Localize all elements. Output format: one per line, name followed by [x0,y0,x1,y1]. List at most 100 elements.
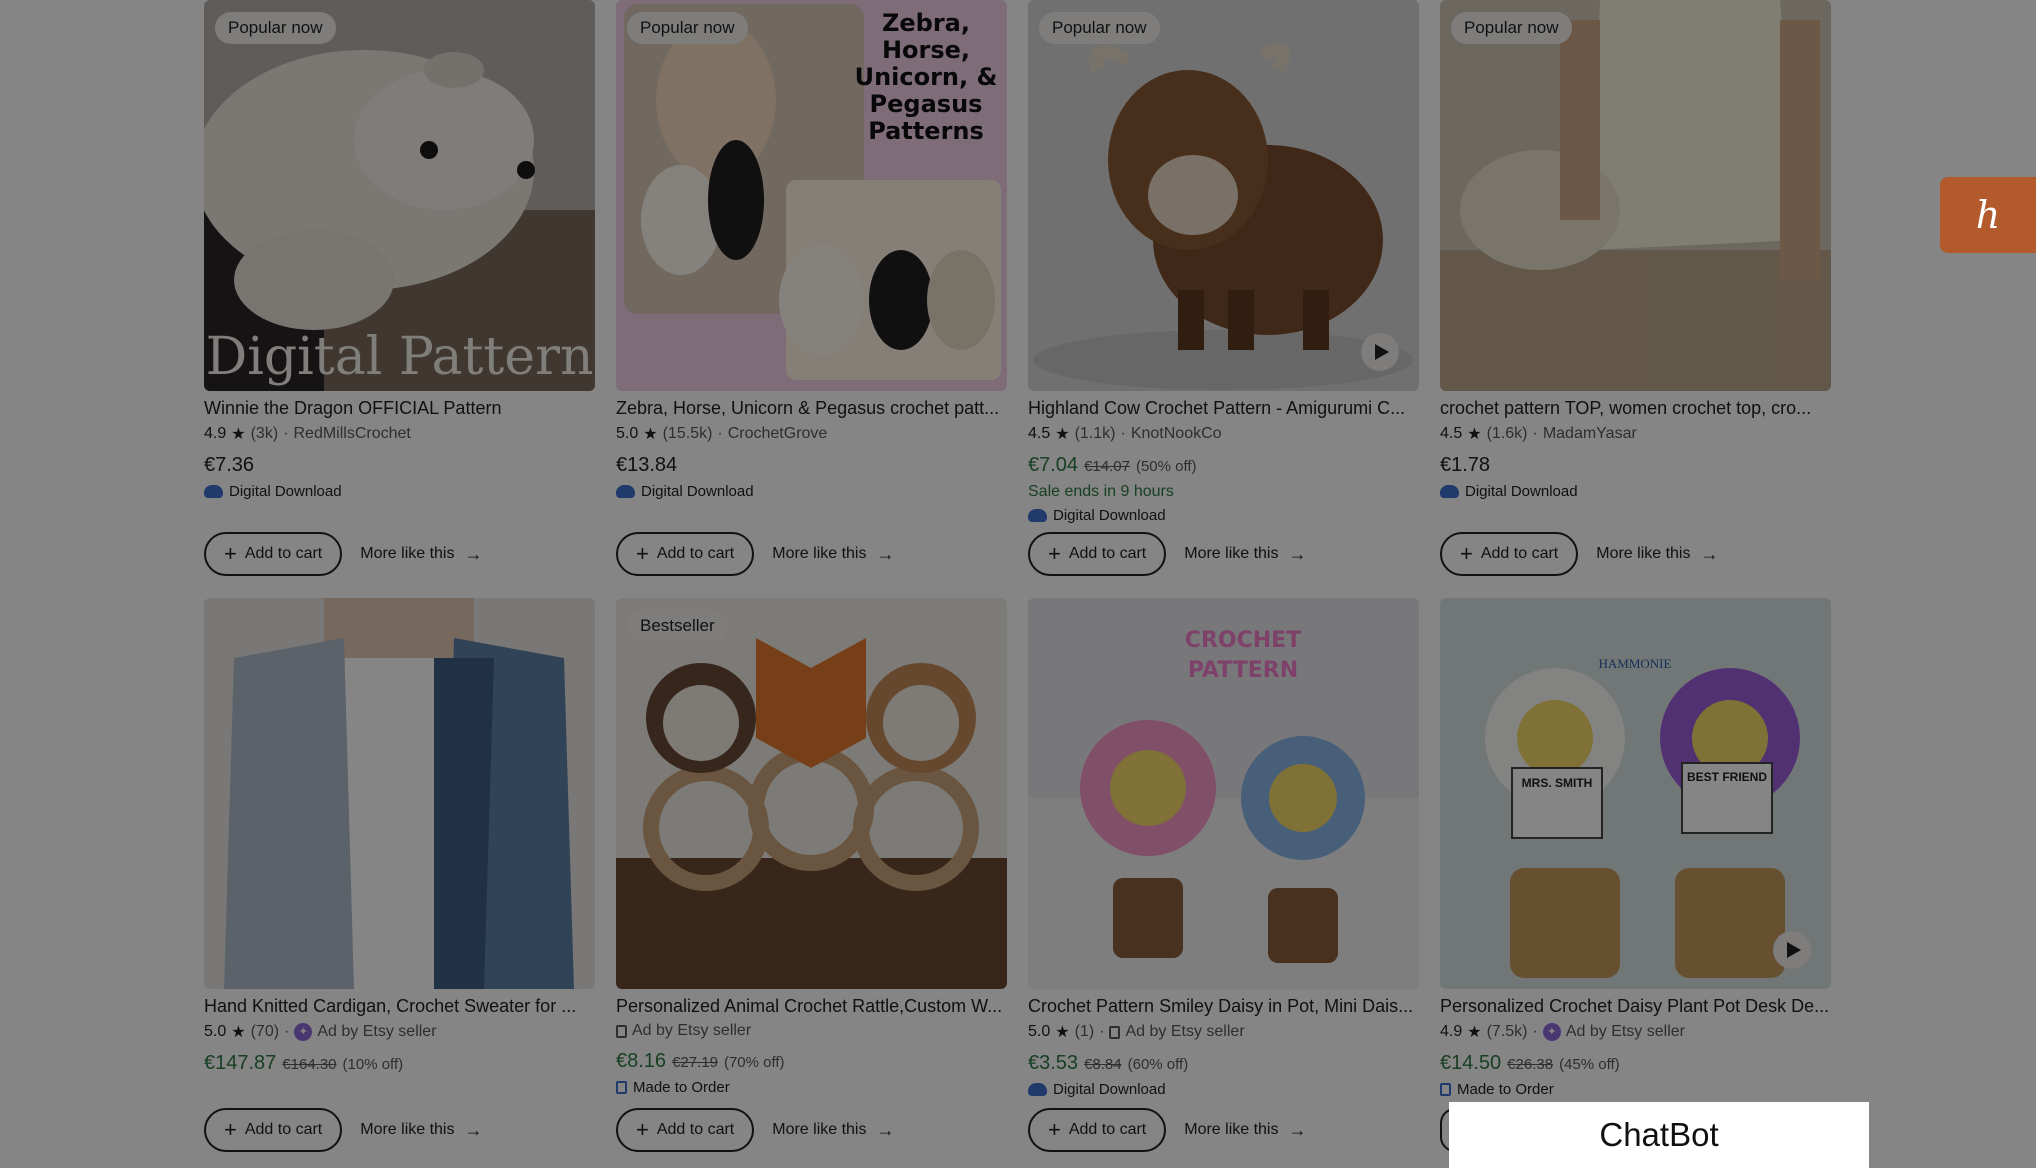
listing-card[interactable]: Hand Knitted Cardigan, Crochet Sweater f… [204,598,595,1168]
clipboard-icon [616,1024,627,1038]
listing-image[interactable]: Popular now [1028,0,1419,391]
price-line: €8.16 €27.19 (70% off) [616,1050,1007,1073]
plus-icon: + [1048,541,1061,566]
tag-label: Digital Download [1053,1081,1166,1098]
listing-meta: 4.9 ★ (3k) · RedMillsCrochet [204,424,595,444]
add-to-cart-button[interactable]: + Add to cart [204,1108,343,1152]
more-like-this-label: More like this [772,545,867,562]
popular-badge: Popular now [627,12,748,44]
price-line: €7.36 [204,454,595,477]
popular-badge: Popular now [1039,12,1160,44]
listing-image[interactable]: Popular now Digital Pattern [204,0,595,391]
rating-value: 4.5 [1028,425,1051,442]
discount-percent: (45% off) [1559,1056,1620,1073]
separator-dot: · [1099,1023,1105,1040]
more-like-this-label: More like this [1596,545,1691,562]
add-to-cart-button[interactable]: + Add to cart [1028,532,1167,576]
shop-name[interactable]: RedMillsCrochet [293,425,410,443]
more-like-this-link[interactable]: More like this → [360,544,482,565]
more-like-this-link[interactable]: More like this → [1596,544,1718,565]
clipboard-icon [1109,1025,1121,1039]
more-like-this-label: More like this [1184,545,1279,562]
more-like-this-label: More like this [1184,1121,1279,1138]
discount-percent: (50% off) [1135,458,1197,475]
original-price: €164.30 [282,1056,337,1073]
card-actions: + Add to cart More like this → [204,532,482,576]
separator-dot: · [1532,425,1538,442]
listing-card[interactable]: Popular now crochet pattern TOP, women c… [1440,0,1831,598]
chatbot-label: ChatBot [1599,1116,1719,1153]
arrow-right-icon: → [464,1119,483,1140]
listing-card[interactable]: Popular now Zebra, Horse, Unicorn, & Peg… [616,0,1007,598]
listing-card[interactable]: MRS. SMITH BEST FRIEND HAMMONIE Personal… [1440,598,1831,1168]
listing-image[interactable] [204,598,595,989]
listing-meta: 5.0 ★ (15.5k) · CrochetGrove [616,424,1007,444]
review-count: (7.5k) [1486,1023,1528,1040]
discount-percent: (60% off) [1127,1056,1189,1073]
listing-title[interactable]: crochet pattern TOP, women crochet top, … [1440,398,1831,419]
rating-value: 5.0 [1028,1023,1051,1040]
arrow-right-icon: → [1700,543,1719,564]
price-line: €147.87 €164.30 (10% off) [204,1052,595,1075]
listing-title[interactable]: Crochet Pattern Smiley Daisy in Pot, Min… [1028,996,1419,1017]
more-like-this-link[interactable]: More like this → [1184,544,1306,565]
listing-title[interactable]: Hand Knitted Cardigan, Crochet Sweater f… [204,996,595,1017]
listing-meta: 5.0 ★ (70) · ✦ Ad by Etsy seller [204,1022,595,1042]
plus-icon: + [224,1117,237,1142]
shop-name[interactable]: MadamYasar [1543,425,1637,443]
separator-dot: · [1120,425,1126,442]
price: €13.84 [616,454,678,476]
plus-icon: + [636,541,649,566]
add-to-cart-label: Add to cart [1068,1121,1147,1138]
listing-image[interactable]: MRS. SMITH BEST FRIEND HAMMONIE [1440,598,1831,989]
tag-label: Digital Download [1053,507,1166,524]
image-label-mrs-smith: MRS. SMITH [1521,776,1593,790]
add-to-cart-button[interactable]: + Add to cart [204,532,343,576]
separator-dot: · [283,425,289,442]
cloud-download-icon [204,485,223,498]
add-to-cart-label: Add to cart [1480,545,1559,562]
original-price: €26.38 [1507,1056,1554,1073]
honey-extension-tab[interactable]: h [1940,177,2036,253]
review-count: (1.6k) [1486,425,1528,442]
review-count: (1.1k) [1074,425,1116,442]
rating-value: 4.9 [204,425,227,442]
separator-dot: · [717,425,723,442]
chatbot-button[interactable]: ChatBot [1449,1102,1869,1168]
listing-title[interactable]: Personalized Animal Crochet Rattle,Custo… [616,996,1007,1017]
listing-title[interactable]: Highland Cow Crochet Pattern - Amigurumi… [1028,398,1419,419]
price-line: €3.53 €8.84 (60% off) [1028,1052,1419,1075]
listing-tag: Made to Order [1440,1081,1831,1098]
listing-image[interactable]: CROCHET PATTERN [1028,598,1419,989]
listing-image[interactable]: Bestseller [616,598,1007,989]
shop-name[interactable]: KnotNookCo [1131,425,1222,443]
shop-name[interactable]: CrochetGrove [728,425,828,443]
add-to-cart-button[interactable]: + Add to cart [1440,532,1579,576]
listing-meta: 5.0 ★ (1) · Ad by Etsy seller [1028,1022,1419,1042]
more-like-this-link[interactable]: More like this → [360,1120,482,1141]
add-to-cart-button[interactable]: + Add to cart [616,532,755,576]
listing-image[interactable]: Popular now Zebra, Horse, Unicorn, & Peg… [616,0,1007,391]
card-actions: + Add to cart More like this → [616,1108,894,1152]
more-like-this-link[interactable]: More like this → [1184,1120,1306,1141]
cloud-download-icon [1028,509,1047,522]
listing-card[interactable]: Popular now Highland Cow Crochet Pattern… [1028,0,1419,598]
add-to-cart-button[interactable]: + Add to cart [1028,1108,1167,1152]
listing-card[interactable]: Bestseller Personalized Animal Crochet R… [616,598,1007,1168]
image-overlay-text: Digital Pattern [205,327,594,387]
more-like-this-link[interactable]: More like this → [772,544,894,565]
listing-title[interactable]: Personalized Crochet Daisy Plant Pot Des… [1440,996,1831,1017]
play-video-icon[interactable] [1773,931,1811,969]
sale-price: €3.53 [1028,1052,1079,1074]
star-icon: ★ [643,426,658,443]
bestseller-badge: Bestseller [627,610,728,642]
listing-card[interactable]: Popular now Digital Pattern Winnie the D… [204,0,595,598]
listing-title[interactable]: Winnie the Dragon OFFICIAL Pattern [204,398,595,419]
more-like-this-link[interactable]: More like this → [772,1120,894,1141]
listing-image[interactable]: Popular now [1440,0,1831,391]
play-video-icon[interactable] [1361,333,1399,371]
listing-card[interactable]: CROCHET PATTERN Crochet Pattern Smiley D… [1028,598,1419,1168]
separator-dot: · [284,1023,290,1040]
listing-title[interactable]: Zebra, Horse, Unicorn & Pegasus crochet … [616,398,1007,419]
add-to-cart-button[interactable]: + Add to cart [616,1108,755,1152]
